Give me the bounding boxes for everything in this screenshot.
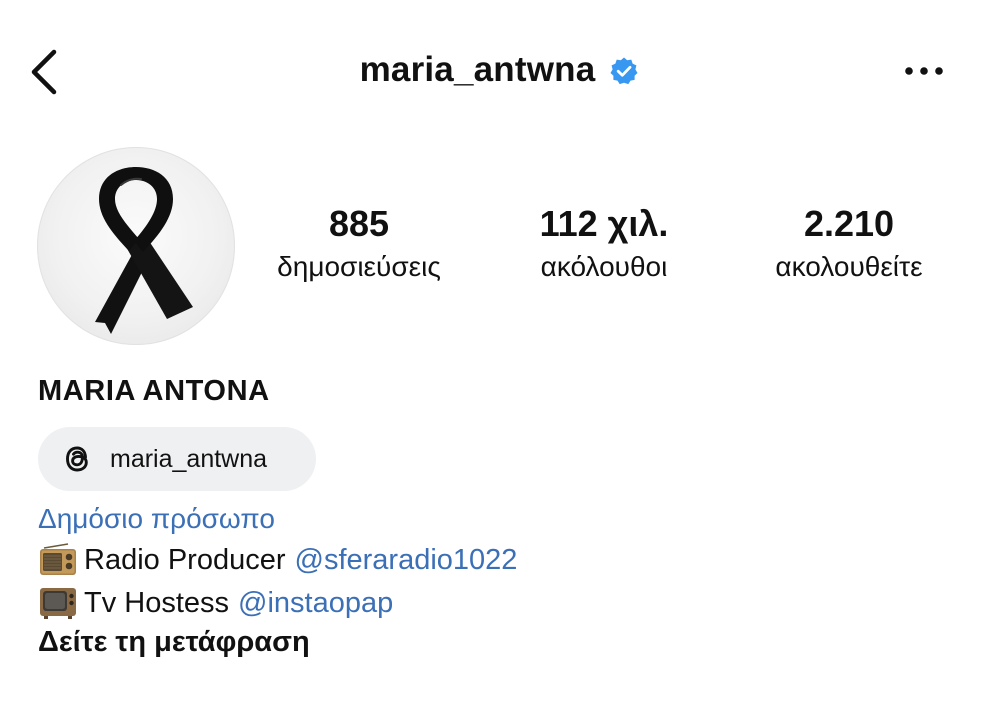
black-ribbon-icon	[95, 167, 193, 334]
stat-followers[interactable]: 112 χιλ. ακόλουθοι	[500, 202, 708, 286]
header-username: maria_antwna	[359, 50, 596, 89]
followers-count: 112 χιλ.	[539, 203, 669, 244]
stat-posts[interactable]: 885 δημοσιεύσεις	[248, 202, 470, 286]
stat-following[interactable]: 2.210 ακολουθείτε	[738, 202, 960, 286]
bio-line-tv: Tv Hostess @instaopap	[38, 585, 393, 621]
profile-header: maria_antwna	[0, 0, 999, 140]
bio-tv-text: Tv Hostess	[84, 586, 230, 619]
radio-emoji-icon	[38, 542, 78, 578]
posts-count: 885	[328, 203, 390, 244]
posts-label: δημοσιεύσεις	[277, 251, 441, 282]
following-label: ακολουθείτε	[775, 251, 923, 282]
television-emoji-icon	[38, 585, 78, 621]
mention-link-instaopap[interactable]: @instaopap	[238, 587, 393, 620]
following-count: 2.210	[803, 203, 895, 244]
header-title-group: maria_antwna	[0, 50, 999, 90]
profile-category: Δημόσιο πρόσωπο	[38, 503, 275, 534]
more-horizontal-icon	[905, 67, 943, 75]
mention-link-sferaradio[interactable]: @sferaradio1022	[295, 544, 518, 577]
avatar[interactable]	[37, 147, 235, 345]
threads-icon	[58, 440, 96, 478]
threads-link-button[interactable]: maria_antwna	[38, 427, 316, 491]
bio-radio-text: Radio Producer	[84, 543, 286, 576]
followers-label: ακόλουθοι	[540, 251, 668, 282]
display-name: MARIA ANTONA	[38, 375, 270, 407]
bio-line-radio: Radio Producer @sferaradio1022	[38, 542, 517, 578]
see-translation-link[interactable]: Δείτε τη μετάφραση	[38, 626, 310, 659]
more-options-button[interactable]	[900, 58, 950, 84]
verified-badge-icon	[609, 56, 639, 86]
threads-handle: maria_antwna	[110, 444, 268, 473]
